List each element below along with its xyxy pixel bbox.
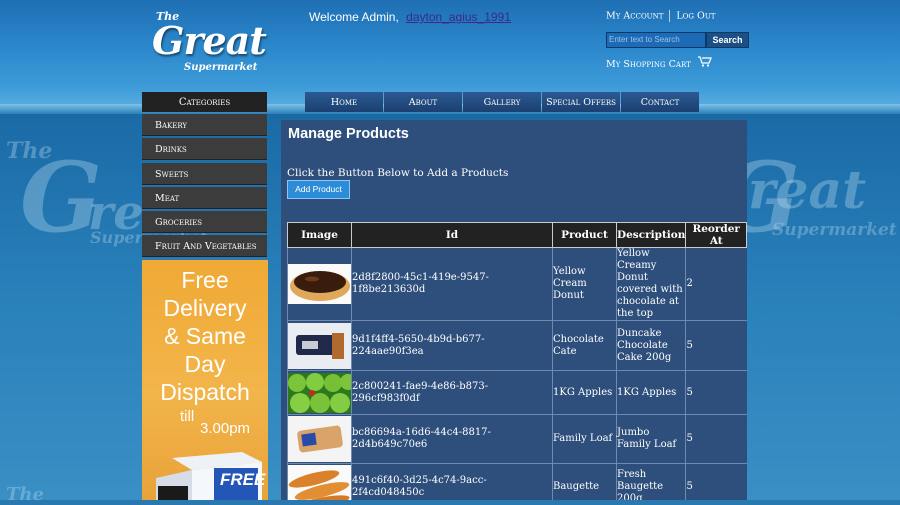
column-header-reorder-at: Reorder At — [685, 222, 747, 248]
category-fruit-and-vegetables[interactable]: Fruit And Vegetables — [142, 235, 267, 258]
nav-about[interactable]: About — [384, 92, 462, 112]
account-divider — [669, 10, 671, 22]
product-name: Yellow Cream Donut — [552, 247, 617, 321]
categories-header: Categories — [142, 92, 267, 112]
baguette-image — [288, 465, 351, 500]
product-description: Duncake Chocolate Cake 200g — [615, 320, 686, 371]
product-id: bc86694a-16d6-44c4-8817-2d4b649c70e6 — [351, 414, 553, 464]
product-reorder-at: 5 — [685, 414, 747, 464]
nav-special-offers[interactable]: Special Offers — [542, 92, 620, 112]
product-image-cell — [287, 320, 352, 371]
product-id: 9d1f4ff4-5650-4b9d-b677-224aae90f3ea — [351, 320, 553, 371]
product-image-cell — [287, 247, 352, 321]
nav-home[interactable]: Home — [305, 92, 383, 112]
shopping-cart-label: My Shopping Cart — [606, 59, 691, 70]
search-button[interactable]: Search — [706, 32, 749, 48]
category-meat[interactable]: Meat — [142, 186, 267, 209]
product-name: Chocolate Cate — [552, 320, 617, 371]
promo-line: Delivery — [163, 295, 247, 321]
product-name: Baugette — [552, 463, 617, 500]
category-bakery[interactable]: Bakery — [142, 114, 267, 136]
category-groceries[interactable]: Groceries — [142, 211, 267, 234]
categories-list: Bakery Drinks Sweets Meat Groceries Frui… — [142, 114, 267, 260]
watermark-logo: reat — [748, 160, 867, 221]
product-description: Yellow Creamy Donut covered with chocola… — [615, 247, 686, 321]
category-drinks[interactable]: Drinks — [142, 138, 267, 161]
logo-great: Great — [152, 18, 267, 63]
table-row[interactable]: bc86694a-16d6-44c4-8817-2d4b649c70e6 Fam… — [287, 414, 747, 464]
product-id: 2d8f2800-45c1-419e-9547-1f8be213630d — [351, 247, 553, 321]
delivery-box-image: FREE — [152, 448, 266, 500]
promo-till: till — [180, 408, 195, 425]
products-table: Image Id Product Description Reorder At … — [287, 222, 747, 500]
free-delivery-banner[interactable]: Free Delivery & Same Day Dispatch till 3… — [142, 260, 268, 500]
main-nav: Home About Gallery Special Offers Contac… — [305, 92, 700, 112]
product-id: 2c800241-fae9-4e86-b873-296cf983f0df — [351, 370, 553, 415]
manage-products-panel: Manage Products Click the Button Below t… — [281, 120, 747, 500]
product-reorder-at: 5 — [685, 320, 747, 371]
nav-contact[interactable]: Contact — [621, 92, 699, 112]
donut-image — [288, 264, 351, 304]
product-image-cell — [287, 414, 352, 464]
table-row[interactable]: 2d8f2800-45c1-419e-9547-1f8be213630d Yel… — [287, 247, 747, 321]
column-header-product: Product — [552, 222, 617, 248]
promo-line: & Same — [164, 323, 246, 349]
instruction-text: Click the Button Below to Add a Products — [287, 167, 509, 179]
promo-line: Free — [181, 267, 229, 293]
product-reorder-at: 5 — [685, 463, 747, 500]
product-reorder-at: 5 — [685, 370, 747, 415]
column-header-image: Image — [287, 222, 352, 248]
loaf-image — [288, 416, 351, 462]
shopping-cart-link[interactable]: My Shopping Cart — [606, 56, 712, 70]
column-header-description: Description — [615, 222, 687, 248]
product-name: 1KG Apples — [552, 370, 617, 415]
table-row[interactable]: 2c800241-fae9-4e86-b873-296cf983f0df 1KG… — [287, 370, 747, 415]
column-header-id: Id — [351, 222, 553, 248]
username-link[interactable]: dayton_agius_1991 — [406, 10, 511, 24]
log-out-link[interactable]: Log Out — [676, 11, 715, 22]
welcome-message: Welcome Admin, dayton_agius_1991 — [309, 10, 511, 24]
apples-image — [288, 372, 351, 413]
add-product-button[interactable]: Add Product — [287, 180, 350, 199]
nav-gallery[interactable]: Gallery — [463, 92, 541, 112]
site-logo[interactable]: The Great Supermarket — [152, 8, 267, 78]
my-account-link[interactable]: My Account — [606, 11, 663, 22]
table-header-row: Image Id Product Description Reorder At — [287, 222, 747, 248]
search-input[interactable]: Enter text to Search — [606, 32, 706, 48]
cart-icon — [697, 56, 712, 70]
box-free-text: FREE — [220, 470, 266, 489]
product-description: 1KG Apples — [615, 370, 686, 415]
product-description: Fresh Baugette 200g — [615, 463, 686, 500]
page-title: Manage Products — [288, 126, 409, 142]
watermark-logo: The — [6, 484, 44, 505]
table-row[interactable]: 9d1f4ff4-5650-4b9d-b677-224aae90f3ea Cho… — [287, 320, 747, 371]
table-row[interactable]: 491c6f40-3d25-4c74-9acc-2f4cd048450c Bau… — [287, 463, 747, 500]
product-image-cell — [287, 463, 352, 500]
product-description: Jumbo Family Loaf — [615, 414, 686, 464]
promo-line: Day — [184, 351, 226, 377]
welcome-text: Welcome Admin, — [309, 10, 399, 24]
promo-line: Dispatch — [160, 379, 250, 405]
product-name: Family Loaf — [552, 414, 617, 464]
product-reorder-at: 2 — [685, 247, 747, 321]
watermark-logo: Supermarket — [772, 220, 897, 240]
cake-image — [288, 322, 351, 369]
promo-time: 3.00pm — [200, 420, 251, 437]
account-links: My Account Log Out — [606, 10, 715, 22]
category-sweets[interactable]: Sweets — [142, 162, 267, 185]
product-image-cell — [287, 370, 352, 415]
logo-supermarket: Supermarket — [184, 62, 258, 73]
product-id: 491c6f40-3d25-4c74-9acc-2f4cd048450c — [351, 463, 553, 500]
